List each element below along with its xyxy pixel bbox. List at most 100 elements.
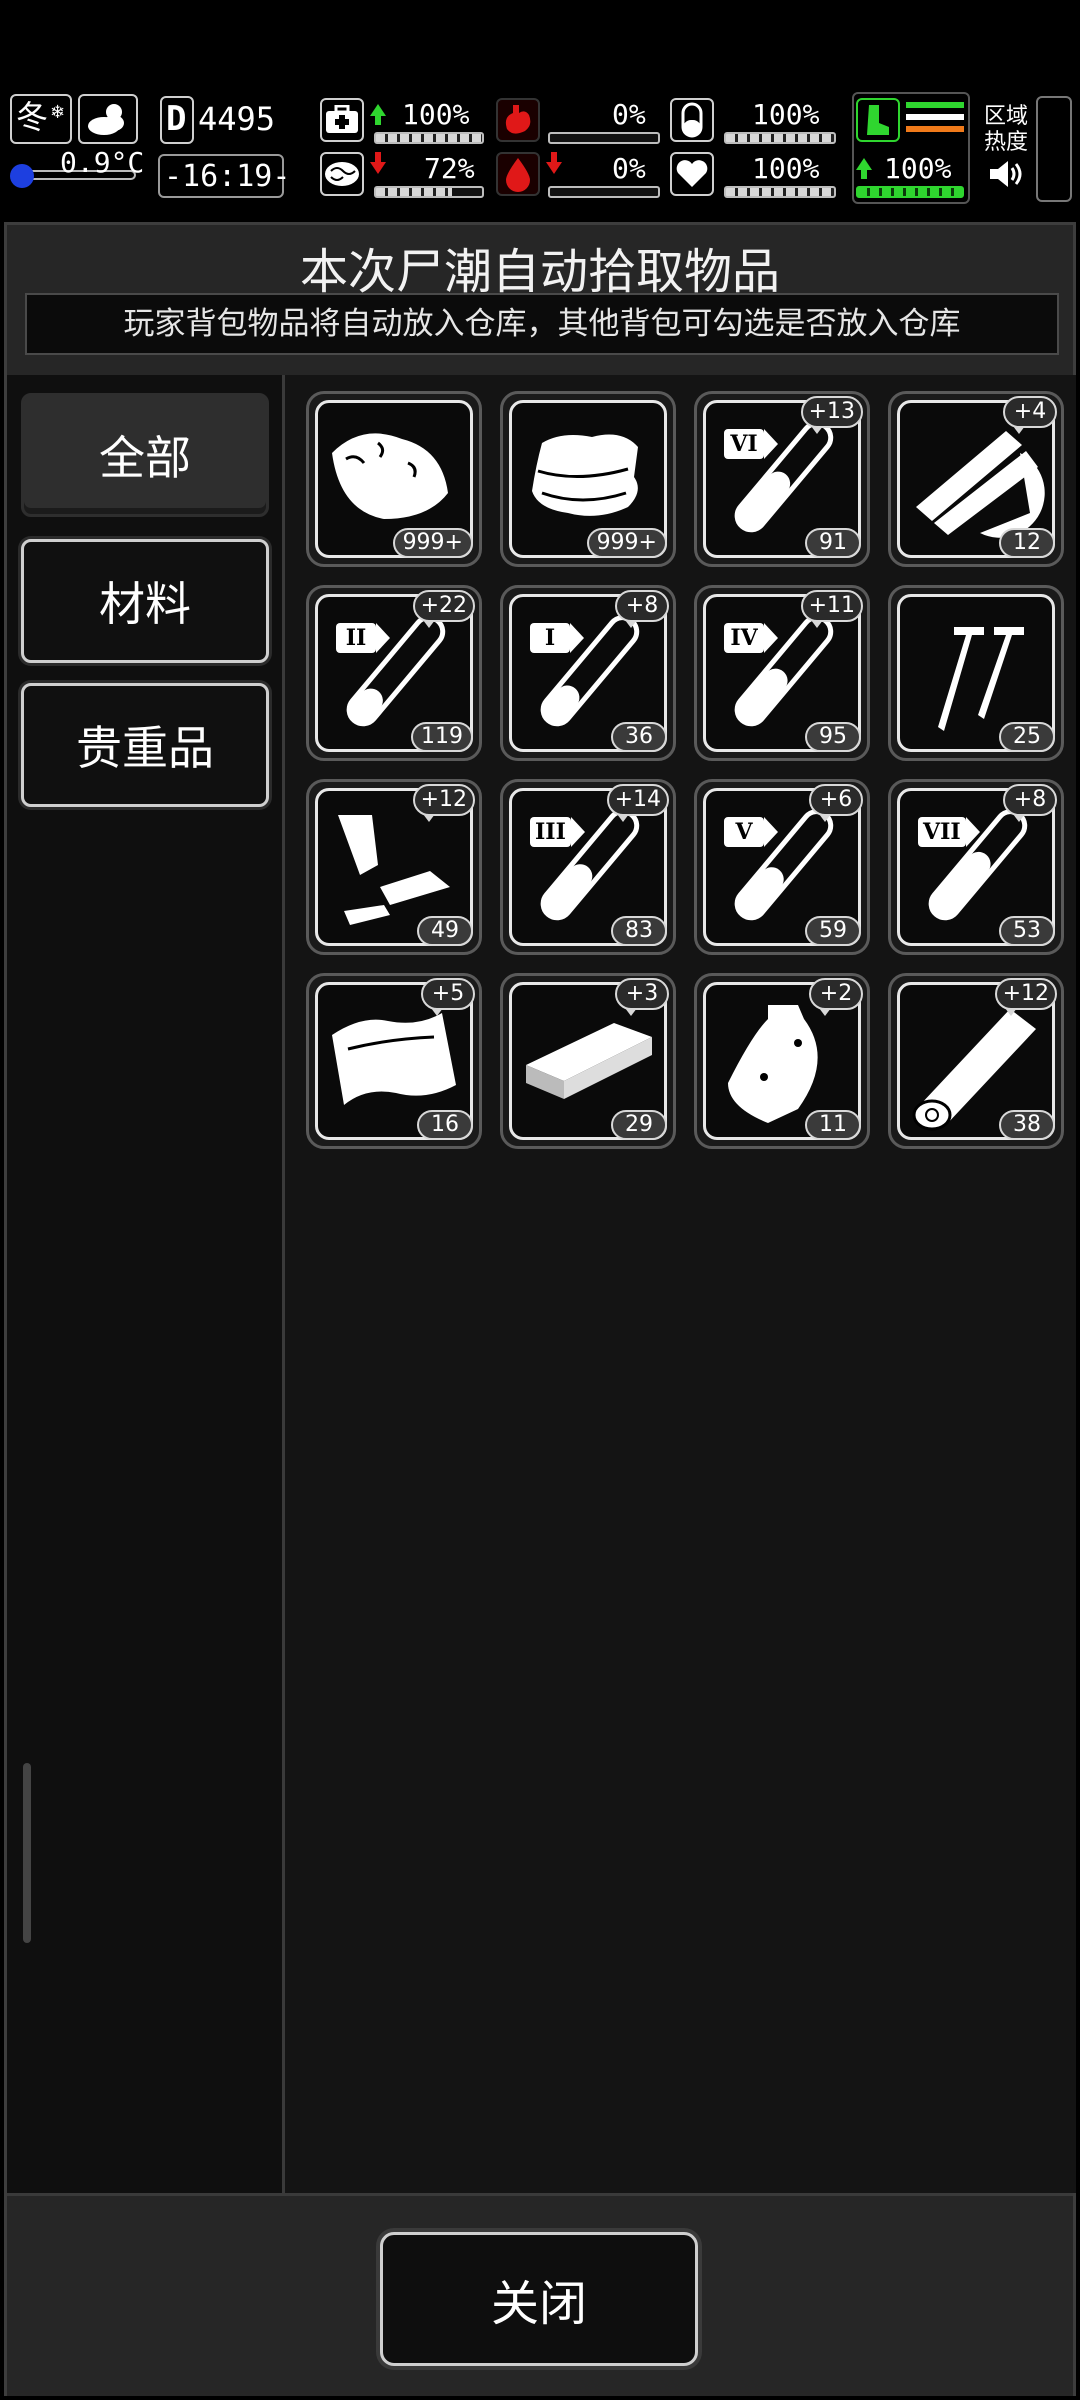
item-gain-badge: +6 bbox=[809, 784, 863, 822]
item-slot[interactable]: VII +8 53 bbox=[888, 779, 1064, 955]
item-count: 36 bbox=[611, 722, 667, 752]
health-up-arrow-icon bbox=[370, 104, 386, 125]
item-count: 53 bbox=[999, 916, 1055, 946]
item-gain-badge: +8 bbox=[1003, 784, 1057, 822]
item-count: 59 bbox=[805, 916, 861, 946]
item-slot[interactable]: +3 29 bbox=[500, 973, 676, 1149]
heart-bar bbox=[724, 186, 836, 198]
item-count: 12 bbox=[999, 528, 1055, 558]
item-grid: 999+ 999+ VI +13 91 +4 12 II +22 119 I +… bbox=[288, 375, 1076, 2193]
day-counter: 4495 bbox=[198, 100, 276, 138]
tier-tag: I bbox=[530, 623, 584, 653]
item-gain-badge: +12 bbox=[994, 978, 1057, 1016]
clock-box: -16:19- bbox=[158, 154, 290, 198]
tier-tag: VI bbox=[724, 429, 778, 459]
item-slot[interactable]: +2 11 bbox=[694, 973, 870, 1149]
tier-tag: III bbox=[530, 817, 585, 847]
pill-icon bbox=[670, 98, 714, 142]
item-slot[interactable]: VI +13 91 bbox=[694, 391, 870, 567]
category-tab-valuables[interactable]: 贵重品 bbox=[21, 683, 269, 807]
item-count: 49 bbox=[417, 916, 473, 946]
item-gain-badge: +5 bbox=[421, 978, 475, 1016]
item-slot[interactable]: +12 38 bbox=[888, 973, 1064, 1149]
item-count: 999+ bbox=[392, 528, 473, 558]
item-gain-badge: +14 bbox=[606, 784, 669, 822]
category-tab-materials[interactable]: 材料 bbox=[21, 539, 269, 663]
hunger-value: 0% bbox=[612, 98, 646, 131]
tier-tag: IV bbox=[724, 623, 778, 653]
item-count: 16 bbox=[417, 1110, 473, 1140]
stamina-line-white bbox=[906, 114, 964, 120]
temperature-value: 0.9°C bbox=[60, 146, 145, 179]
sanity-bar bbox=[374, 186, 484, 198]
item-slot[interactable]: V +6 59 bbox=[694, 779, 870, 955]
category-tab-label: 贵重品 bbox=[76, 721, 214, 775]
item-slot[interactable]: IV +11 95 bbox=[694, 585, 870, 761]
speaker-icon[interactable] bbox=[988, 158, 1024, 190]
day-d-box: D bbox=[160, 96, 194, 144]
item-gain-badge: +11 bbox=[800, 590, 863, 628]
item-slot[interactable]: +12 49 bbox=[306, 779, 482, 955]
stamina-value: 100% bbox=[884, 152, 952, 185]
brain-down-arrow-icon bbox=[370, 152, 386, 174]
item-gain-badge: +4 bbox=[1003, 396, 1057, 434]
medkit-icon bbox=[320, 98, 364, 142]
blood-drop-icon bbox=[496, 152, 540, 196]
sanity-value: 72% bbox=[424, 152, 475, 185]
item-slot[interactable]: II +22 119 bbox=[306, 585, 482, 761]
item-gain-badge: +8 bbox=[615, 590, 669, 628]
season-box: 冬 ❄ bbox=[10, 94, 72, 144]
category-tab-label: 材料 bbox=[99, 577, 191, 631]
tier-tag: VII bbox=[918, 817, 980, 847]
zone-heat-meter bbox=[1036, 96, 1072, 202]
health-bar bbox=[374, 132, 484, 144]
item-count: 999+ bbox=[586, 528, 667, 558]
snow-icon: ❄ bbox=[50, 102, 66, 123]
stamina-up-arrow-icon bbox=[856, 158, 872, 179]
item-gain-badge: +22 bbox=[412, 590, 475, 628]
boot-icon bbox=[856, 98, 900, 142]
pill-value: 100% bbox=[752, 98, 820, 131]
stamina-line-green bbox=[906, 102, 964, 108]
item-slot[interactable]: 25 bbox=[888, 585, 1064, 761]
item-count: 25 bbox=[999, 722, 1055, 752]
stamina-line-orange bbox=[906, 126, 964, 132]
tier-tag: II bbox=[336, 623, 390, 653]
item-count: 119 bbox=[411, 722, 473, 752]
tier-tag: V bbox=[724, 817, 778, 847]
status-hud: 冬 ❄ 0.9°C D 4495 -16:19- 100% 72% 0% 0% bbox=[0, 90, 1080, 210]
item-gain-badge: +13 bbox=[800, 396, 863, 434]
item-slot[interactable]: 999+ bbox=[500, 391, 676, 567]
brain-icon bbox=[320, 152, 364, 196]
item-count: 11 bbox=[805, 1110, 861, 1140]
sidebar-scrollbar[interactable] bbox=[23, 1763, 31, 1943]
hunger-bar bbox=[548, 132, 660, 144]
season-label: 冬 bbox=[16, 98, 49, 136]
clock-time: -16:19- bbox=[164, 159, 291, 194]
item-gain-badge: +2 bbox=[809, 978, 863, 1016]
category-tab-label: 全部 bbox=[99, 431, 191, 485]
close-button[interactable]: 关闭 bbox=[380, 2232, 698, 2366]
item-slot[interactable]: I +8 36 bbox=[500, 585, 676, 761]
item-slot[interactable]: +4 12 bbox=[888, 391, 1064, 567]
item-count: 95 bbox=[805, 722, 861, 752]
auto-pickup-panel: 本次尸潮自动拾取物品 玩家背包物品将自动放入仓库，其他背包可勾选是否放入仓库 全… bbox=[4, 222, 1076, 2396]
item-slot[interactable]: 999+ bbox=[306, 391, 482, 567]
category-tab-all[interactable]: 全部 bbox=[21, 393, 269, 517]
item-slot[interactable]: +5 16 bbox=[306, 973, 482, 1149]
blood-down-arrow-icon bbox=[546, 152, 562, 174]
stamina-bar bbox=[856, 186, 964, 198]
stomach-icon bbox=[496, 98, 540, 142]
item-count: 91 bbox=[805, 528, 861, 558]
heart-value: 100% bbox=[752, 152, 820, 185]
weather-box bbox=[78, 94, 138, 144]
zone-heat-label: 区域 热度 bbox=[984, 104, 1029, 155]
panel-title: 本次尸潮自动拾取物品 bbox=[299, 244, 780, 300]
item-slot[interactable]: III +14 83 bbox=[500, 779, 676, 955]
app-root: { "hud": { "season": "冬", "temperature":… bbox=[0, 0, 1080, 2400]
item-count: 83 bbox=[611, 916, 667, 946]
item-count: 29 bbox=[611, 1110, 667, 1140]
item-gain-badge: +3 bbox=[615, 978, 669, 1016]
health-value: 100% bbox=[402, 98, 470, 131]
partly-cloudy-icon bbox=[88, 104, 124, 135]
